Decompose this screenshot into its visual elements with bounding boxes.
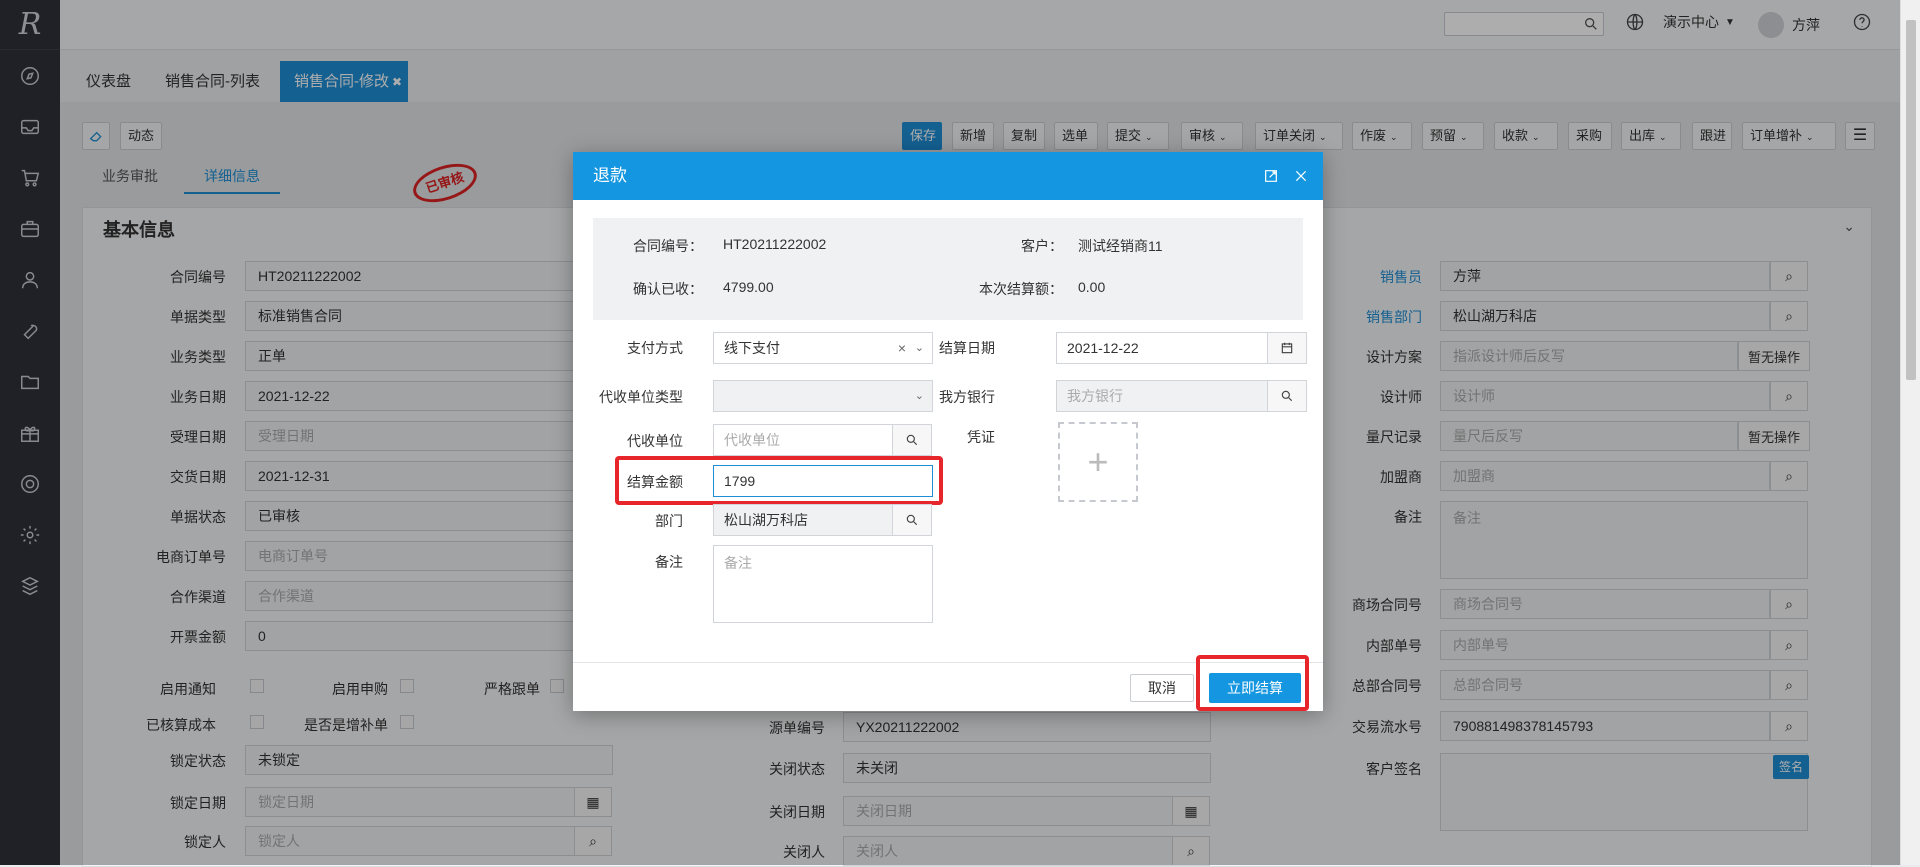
upload-plus-icon[interactable]: + <box>1058 422 1138 502</box>
dept-input[interactable]: 松山湖万科店 <box>713 504 893 536</box>
maximize-icon[interactable] <box>1263 168 1279 184</box>
our-bank-input[interactable]: 我方银行 <box>1056 380 1268 412</box>
settle-label: 本次结算额： <box>979 281 1063 297</box>
settle-value: 0.00 <box>1078 279 1106 295</box>
close-icon[interactable] <box>1293 168 1309 184</box>
scrollbar-thumb[interactable] <box>1906 20 1916 380</box>
pay-method-label: 支付方式 <box>627 340 683 356</box>
agent-label: 代收单位 <box>627 433 683 449</box>
settle-date-input[interactable]: 2021-12-22 <box>1056 332 1268 364</box>
refund-dialog: 退款 合同编号： HT20211222002 客户： 测试经销商11 确认已收：… <box>573 152 1323 711</box>
voucher-label: 凭证 <box>967 429 995 445</box>
agent-input[interactable]: 代收单位 <box>713 424 893 456</box>
agent-type-label: 代收单位类型 <box>599 389 683 405</box>
note-label: 备注 <box>655 554 683 570</box>
dept-label: 部门 <box>655 513 683 529</box>
settle-date-label: 结算日期 <box>939 340 995 356</box>
refund-summary: 合同编号： HT20211222002 客户： 测试经销商11 确认已收： 47… <box>593 218 1303 320</box>
dialog-header: 退款 <box>573 152 1323 200</box>
search-icon[interactable] <box>1267 380 1307 412</box>
amount-highlight <box>615 456 943 505</box>
scrollbar[interactable] <box>1900 0 1920 865</box>
received-label: 确认已收： <box>633 281 703 297</box>
customer-value: 测试经销商11 <box>1078 238 1163 254</box>
cancel-button[interactable]: 取消 <box>1130 674 1194 702</box>
customer-label: 客户： <box>1021 238 1063 254</box>
note-textarea[interactable]: 备注 <box>713 545 933 623</box>
pay-method-value: 线下支付 <box>724 340 780 356</box>
dialog-title: 退款 <box>593 166 627 185</box>
search-icon[interactable] <box>892 504 932 536</box>
calendar-icon[interactable] <box>1267 332 1307 364</box>
contract-value: HT20211222002 <box>723 236 827 252</box>
our-bank-label: 我方银行 <box>939 389 995 405</box>
contract-label: 合同编号： <box>633 238 703 254</box>
submit-highlight <box>1196 655 1309 711</box>
received-value: 4799.00 <box>723 279 774 295</box>
